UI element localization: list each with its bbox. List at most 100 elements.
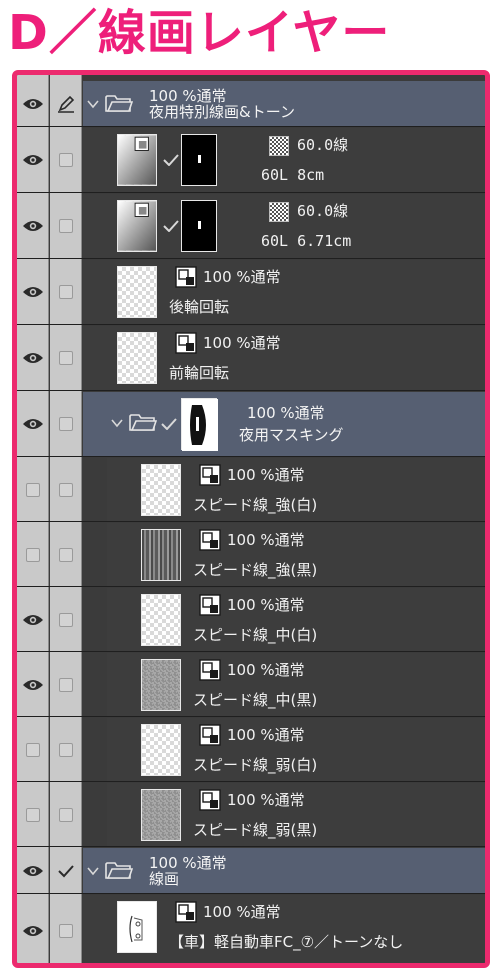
layer-edit-toggle[interactable] [50,653,82,716]
layer-row-car-lineart[interactable]: 100 %通常 【車】軽自動車FC_⑦／トーンなし [17,895,485,963]
visibility-toggle[interactable] [17,783,49,846]
mask-dot [198,155,201,163]
mask-link-check-icon [163,154,179,166]
blend-mode-label: 100 %通常 [227,791,305,809]
folder-icon [105,95,133,112]
layer-thumbnail[interactable] [141,464,181,516]
layer-row-rear-wheel[interactable]: 100 %通常 後輪回転 [17,260,485,325]
eye-icon [23,221,43,231]
layer-thumbnail[interactable] [141,594,181,646]
layer-edit-toggle[interactable] [50,128,82,192]
layer-thumbnail[interactable] [141,724,181,776]
visibility-toggle[interactable] [17,848,49,893]
layer-edit-toggle[interactable] [50,848,82,893]
blend-mode-label: 100 %通常 [203,903,281,921]
layer-name: スピード線_強(白) [193,496,318,514]
layer-row-folder-lineart[interactable]: 100 %通常 線画 [17,848,485,894]
layer-content [83,848,485,893]
layer-name: 60L 6.71cm [261,232,352,250]
layer-name: スピード線_強(黒) [193,561,318,579]
raster-layer-icon [199,464,221,486]
raster-layer-icon [175,901,197,923]
layer-panel: 100 %通常 夜用特別線画&トーン 60.0線 60L 8cm 60.0線 60L 6.… [12,70,490,968]
layer-edit-toggle[interactable] [50,523,82,586]
visibility-toggle[interactable] [17,718,49,781]
folder-icon [105,862,133,879]
layer-thumbnail[interactable] [117,901,157,953]
layer-edit-toggle[interactable] [50,194,82,258]
layer-row-speed-weak-black[interactable]: 100 %通常スピード線_弱(黒) [17,783,485,847]
lock-checkbox [59,482,73,497]
visibility-toggle[interactable] [17,653,49,716]
layer-edit-toggle[interactable] [50,783,82,846]
layer-thumbnail[interactable] [117,332,157,384]
layer-mask[interactable] [181,398,218,451]
layer-name: 前輪回転 [169,364,230,382]
layer-thumbnail[interactable] [117,134,157,186]
eye-icon [23,679,43,690]
visibility-toggle[interactable] [17,392,49,456]
layer-row-speed-strong-white[interactable]: 100 %通常 スピード線_強(白) [17,458,485,522]
eye-icon [23,353,43,363]
blend-mode-label: 100 %通常 [227,596,305,614]
eye-icon [23,926,43,936]
layer-name: スピード線_中(黒) [193,691,318,709]
layer-thumbnail[interactable] [117,266,157,318]
expand-chevron-icon[interactable] [87,99,99,109]
visibility-toggle[interactable] [17,81,49,126]
layer-name: 60L 8cm [261,166,325,184]
tone-swatch-icon [269,202,289,222]
visibility-toggle[interactable] [17,194,49,258]
visibility-toggle[interactable] [17,128,49,192]
layer-edit-toggle[interactable] [50,718,82,781]
visibility-toggle[interactable] [17,523,49,586]
layer-name: 線画 [149,870,180,888]
layer-edit-toggle[interactable] [50,458,82,521]
lock-checkbox [59,547,73,562]
layer-name: スピード線_弱(黒) [193,821,318,839]
blend-mode-label: 100 %通常 [227,531,305,549]
layer-row-folder-night-masking[interactable]: 100 %通常 夜用マスキング [17,392,485,457]
visibility-toggle[interactable] [17,895,49,963]
layer-edit-toggle[interactable] [50,260,82,324]
eye-icon [23,614,43,625]
layer-thumbnail[interactable] [141,789,181,841]
lock-checkbox [59,924,73,938]
visibility-toggle[interactable] [17,588,49,651]
layer-edit-toggle[interactable] [50,392,82,456]
lock-checkbox [59,742,73,757]
lock-checkbox [59,285,73,299]
layer-thumbnail[interactable] [141,659,181,711]
layer-thumbnail[interactable] [117,200,157,252]
visibility-toggle[interactable] [17,326,49,390]
visibility-toggle[interactable] [17,458,49,521]
page-heading: D／線画レイヤー [8,5,391,61]
eye-icon [23,865,43,876]
layer-edit-toggle[interactable] [50,895,82,963]
lock-checkbox [59,417,73,431]
layer-row-tone-60-671cm[interactable]: 60.0線 60L 6.71cm [17,194,485,259]
layer-mask-thumbnail[interactable] [182,399,218,451]
blend-mode-label: 60.0線 [297,136,349,154]
raster-layer-icon [199,659,221,681]
layer-row-speed-weak-white[interactable]: 100 %通常 スピード線_弱(白) [17,718,485,782]
visibility-toggle[interactable] [17,260,49,324]
layer-row-folder-night-special-lines[interactable]: 100 %通常 夜用特別線画&トーン [17,81,485,127]
layer-mask[interactable] [181,200,217,252]
check-mark-icon [58,864,74,877]
layer-mask[interactable] [181,134,217,186]
layer-thumbnail[interactable] [141,529,181,581]
expand-chevron-icon[interactable] [111,418,123,428]
layer-row-speed-mid-white[interactable]: 100 %通常 スピード線_中(白) [17,588,485,652]
layer-row-speed-strong-black[interactable]: 100 %通常スピード線_強(黒) [17,523,485,587]
layer-name: スピード線_弱(白) [193,756,318,774]
mask-link-check-icon [161,418,177,430]
layer-edit-toggle[interactable] [50,588,82,651]
layer-edit-toggle[interactable] [50,81,82,126]
layer-row-speed-mid-black[interactable]: 100 %通常 スピード線_中(黒) [17,653,485,717]
layer-edit-toggle[interactable] [50,326,82,390]
pen-icon [58,95,75,113]
layer-row-front-wheel[interactable]: 100 %通常 前輪回転 [17,326,485,391]
expand-chevron-icon[interactable] [87,866,99,876]
layer-row-tone-60-8cm[interactable]: 60.0線 60L 8cm [17,128,485,193]
